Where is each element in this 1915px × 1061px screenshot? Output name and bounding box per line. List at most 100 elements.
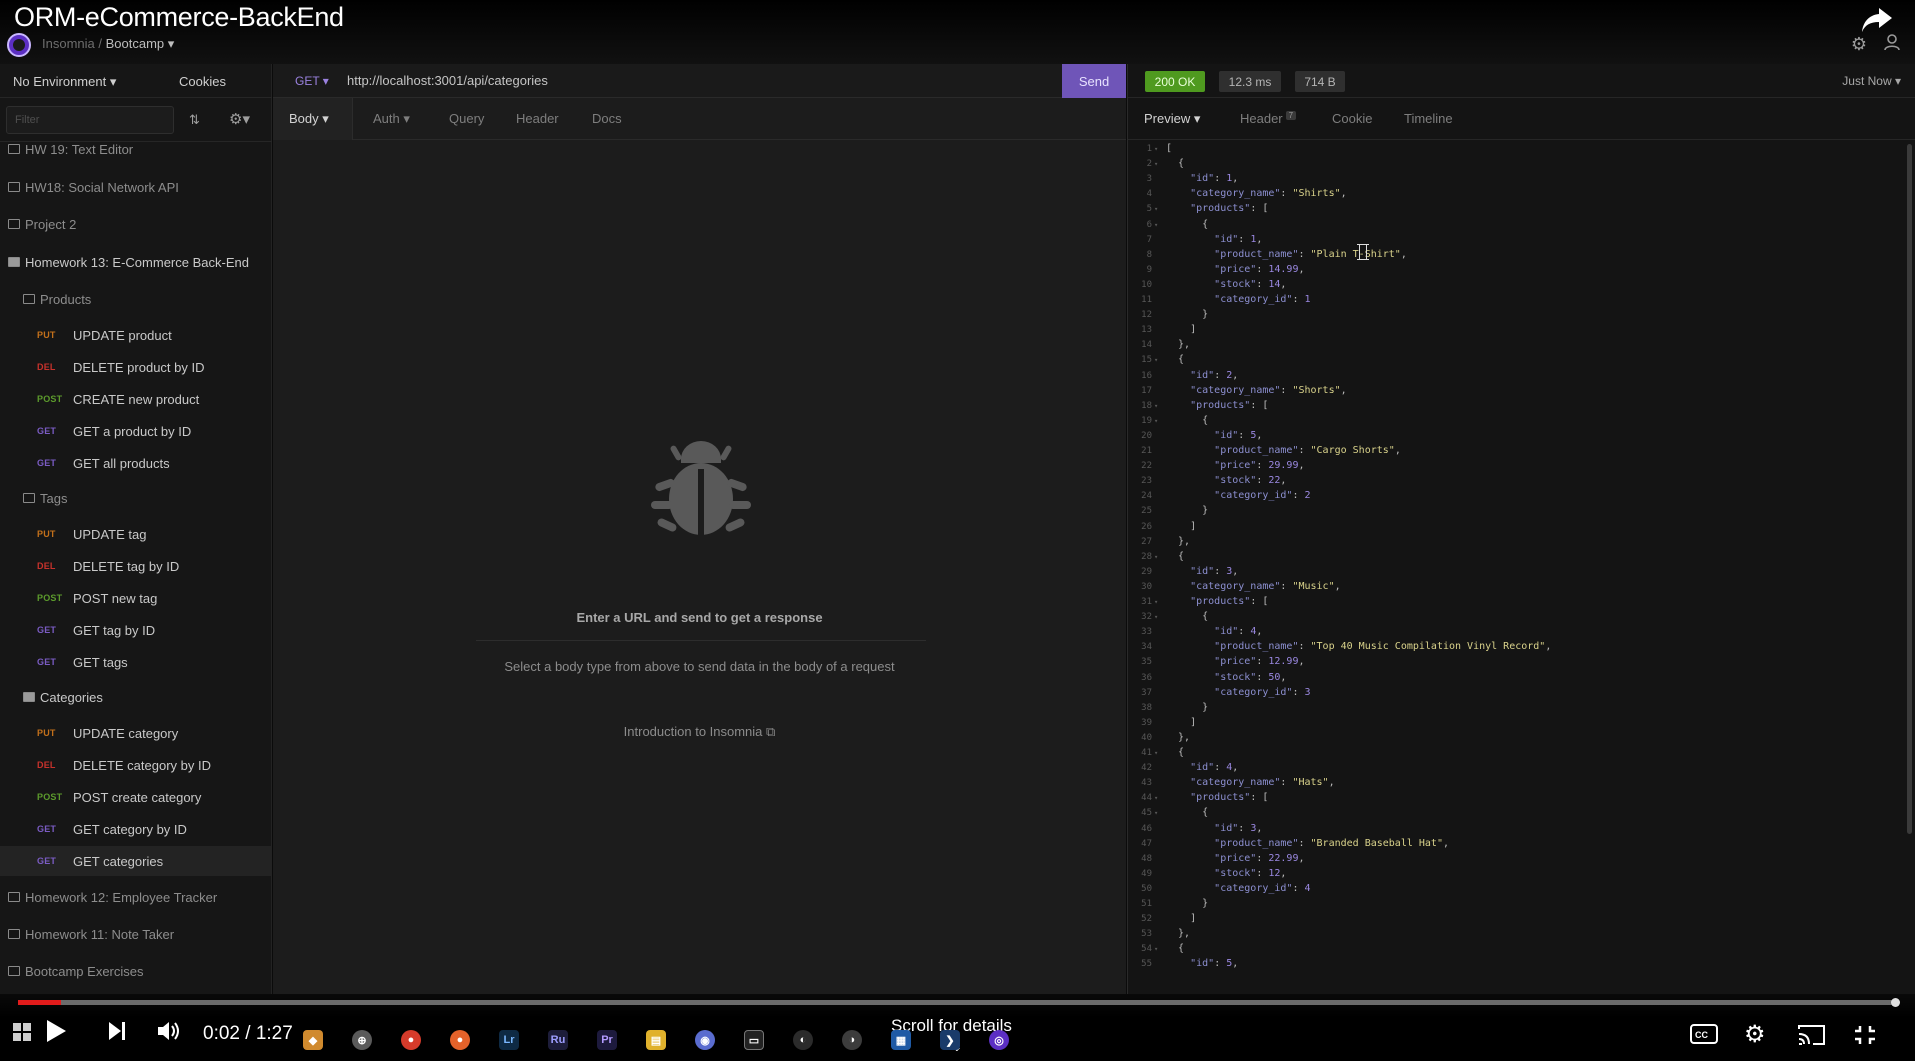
fold-toggle-icon[interactable]: ▾: [1154, 610, 1158, 624]
insomnia-logo-icon[interactable]: [7, 33, 31, 57]
share-icon[interactable]: [1859, 4, 1895, 36]
git-icon[interactable]: ◆: [303, 1030, 323, 1050]
request-item-delete-tag-by-id[interactable]: DEL DELETE tag by ID: [0, 551, 272, 581]
history-select[interactable]: Just Now ▾: [1842, 74, 1901, 88]
sort-icon[interactable]: ⇅: [189, 112, 200, 128]
code-line: 21 "product_name": "Cargo Shorts",: [1128, 444, 1915, 458]
code-line: 8 "product_name": "Plain T-Shirt",: [1128, 248, 1915, 262]
request-item-post-create-category[interactable]: POST POST create category: [0, 782, 272, 812]
volume-icon[interactable]: [156, 1019, 182, 1043]
url-input[interactable]: http://localhost:3001/api/categories: [347, 73, 548, 88]
folder-item-bootcamp-exercises[interactable]: Bootcamp Exercises: [0, 956, 272, 986]
notes-icon[interactable]: ▤: [646, 1030, 666, 1050]
tab-docs[interactable]: Docs: [592, 111, 622, 126]
fold-toggle-icon[interactable]: ▾: [1154, 806, 1158, 820]
photoshop-icon[interactable]: ▦: [891, 1030, 911, 1050]
gear-icon[interactable]: ⚙: [1851, 34, 1867, 55]
captions-icon[interactable]: CC: [1690, 1024, 1718, 1044]
cookies-button[interactable]: Cookies: [179, 74, 226, 89]
fold-toggle-icon[interactable]: ▾: [1154, 218, 1158, 232]
folder-item-hw18-social-network-api[interactable]: HW18: Social Network API: [0, 172, 272, 202]
tab-query[interactable]: Query: [449, 111, 484, 126]
code-line: 27 },: [1128, 535, 1915, 549]
request-item-delete-product-by-id[interactable]: DEL DELETE product by ID: [0, 352, 272, 382]
request-item-get-category-by-id[interactable]: GET GET category by ID: [0, 814, 272, 844]
fold-toggle-icon[interactable]: ▾: [1154, 595, 1158, 609]
fold-toggle-icon[interactable]: ▾: [1154, 942, 1158, 956]
rush-icon[interactable]: Ru: [548, 1030, 568, 1050]
status-badge: 200 OK: [1145, 71, 1205, 92]
request-item-get-categories[interactable]: GET GET categories: [0, 846, 272, 876]
scrubber-handle[interactable]: [1891, 998, 1900, 1007]
request-item-update-category[interactable]: PUT UPDATE category: [0, 718, 272, 748]
vscode-icon[interactable]: ❯: [940, 1030, 960, 1050]
folder-item-hw-19-text-editor[interactable]: HW 19: Text Editor: [0, 134, 272, 164]
tab-header[interactable]: Header: [516, 111, 559, 126]
folder-item-homework-13-e-commerce-back-end[interactable]: Homework 13: E-Commerce Back-End: [0, 247, 272, 277]
fold-toggle-icon[interactable]: ▾: [1154, 550, 1158, 564]
firefox-icon[interactable]: ●: [450, 1030, 470, 1050]
folder-item-categories[interactable]: Categories: [0, 682, 272, 712]
exit-fullscreen-icon[interactable]: [1853, 1024, 1877, 1046]
browser-icon[interactable]: ◐: [793, 1030, 813, 1050]
fold-toggle-icon[interactable]: ▾: [1154, 399, 1158, 413]
fold-toggle-icon[interactable]: ▾: [1154, 414, 1158, 428]
folder-item-homework-12-employee-tracker[interactable]: Homework 12: Employee Tracker: [0, 882, 272, 912]
video-title[interactable]: ORM-eCommerce-BackEnd: [14, 2, 344, 33]
request-item-get-a-product-by-id[interactable]: GET GET a product by ID: [0, 416, 272, 446]
progress-bar[interactable]: [18, 998, 1900, 1007]
chrome-icon[interactable]: ●: [401, 1030, 421, 1050]
next-icon[interactable]: [106, 1020, 128, 1042]
tab-label: Header: [1240, 111, 1283, 126]
app-icon[interactable]: ◑: [842, 1030, 862, 1050]
insomnia-icon[interactable]: ◎: [989, 1030, 1009, 1050]
request-item-get-tag-by-id[interactable]: GET GET tag by ID: [0, 615, 272, 645]
response-body[interactable]: 1 ▾[2 ▾ {3 "id": 1, 4 "category_name": "Shi…: [1128, 142, 1915, 982]
tab-auth[interactable]: Auth ▾: [373, 111, 410, 127]
fold-toggle-icon[interactable]: ▾: [1154, 791, 1158, 805]
filter-input[interactable]: [6, 106, 174, 134]
request-item-post-new-tag[interactable]: POST POST new tag: [0, 583, 272, 613]
tab-timeline[interactable]: Timeline: [1404, 111, 1453, 126]
globe-icon[interactable]: ⊕: [352, 1030, 372, 1050]
fold-toggle-icon[interactable]: ▾: [1154, 202, 1158, 216]
folder-item-project-2[interactable]: Project 2: [0, 209, 272, 239]
code-text: "products": [: [1190, 596, 1269, 607]
folder-icon: [8, 219, 20, 229]
request-item-update-product[interactable]: PUT UPDATE product: [0, 320, 272, 350]
request-item-get-all-products[interactable]: GET GET all products: [0, 448, 272, 478]
user-icon[interactable]: [1883, 33, 1901, 51]
folder-open-icon: [8, 257, 20, 267]
premiere-icon[interactable]: Pr: [597, 1030, 617, 1050]
tab-body[interactable]: Body ▾: [289, 111, 329, 127]
folder-item-tags[interactable]: Tags: [0, 483, 272, 513]
cast-icon[interactable]: [1796, 1024, 1826, 1046]
fold-toggle-icon[interactable]: ▾: [1154, 746, 1158, 760]
folder-item-homework-11-note-taker[interactable]: Homework 11: Note Taker: [0, 919, 272, 949]
tab-preview[interactable]: Preview ▾: [1144, 111, 1200, 127]
request-item-get-tags[interactable]: GET GET tags: [0, 647, 272, 677]
svg-text:CC: CC: [1695, 1030, 1708, 1040]
request-item-delete-category-by-id[interactable]: DEL DELETE category by ID: [0, 750, 272, 780]
folder-item-products[interactable]: Products: [0, 284, 272, 314]
breadcrumb[interactable]: Insomnia / Bootcamp ▾: [42, 36, 174, 52]
fold-toggle-icon[interactable]: ▾: [1154, 353, 1158, 367]
method-select[interactable]: GET ▾: [295, 74, 329, 88]
lightroom-icon[interactable]: Lr: [499, 1030, 519, 1050]
intro-link[interactable]: Introduction to Insomnia ⧉: [273, 724, 1126, 740]
tab-response-header[interactable]: Header 7: [1240, 111, 1297, 126]
fold-toggle-icon[interactable]: ▾: [1154, 142, 1158, 156]
environment-select[interactable]: No Environment ▾: [13, 74, 116, 90]
request-item-create-new-product[interactable]: POST CREATE new product: [0, 384, 272, 414]
scrollbar[interactable]: [1907, 144, 1912, 834]
play-icon[interactable]: [44, 1018, 68, 1044]
fold-toggle-icon[interactable]: ▾: [1154, 157, 1158, 171]
discord-icon[interactable]: ◉: [695, 1030, 715, 1050]
terminal-icon[interactable]: ▭: [744, 1030, 764, 1050]
request-item-update-tag[interactable]: PUT UPDATE tag: [0, 519, 272, 549]
gear-icon[interactable]: ⚙▾: [229, 110, 250, 128]
workspace-name[interactable]: Bootcamp: [106, 36, 165, 51]
send-button[interactable]: Send: [1062, 64, 1126, 98]
gear-icon[interactable]: ⚙: [1744, 1020, 1766, 1049]
tab-cookie[interactable]: Cookie: [1332, 111, 1372, 126]
